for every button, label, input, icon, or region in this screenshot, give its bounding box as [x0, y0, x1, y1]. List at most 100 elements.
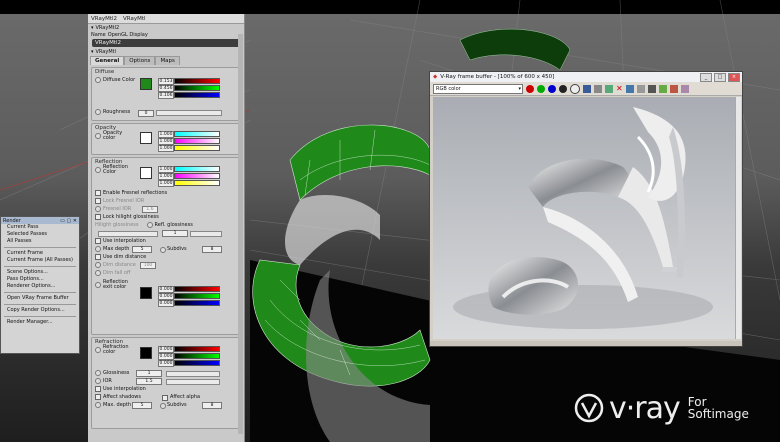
refraction-red-slider[interactable]	[174, 346, 220, 352]
max-depth-value[interactable]: 5	[132, 246, 152, 253]
reflection-r-value[interactable]: 1.000	[158, 166, 174, 173]
animate-dot[interactable]	[95, 246, 101, 252]
mono-channel-icon[interactable]	[570, 83, 580, 94]
clear-icon[interactable]: ✕	[616, 84, 623, 93]
exit-green-slider[interactable]	[174, 293, 220, 299]
exit-color-swatch[interactable]	[140, 287, 152, 299]
menu-item-open-vfb[interactable]: Open VRay Frame Buffer	[1, 295, 79, 302]
panel-title-tab-1[interactable]: VRayMtl2	[91, 16, 117, 22]
lens-effects-icon[interactable]	[669, 84, 678, 93]
diffuse-b-value[interactable]: 0.106	[158, 92, 174, 99]
refr-gloss-value[interactable]: 1	[136, 370, 162, 377]
animate-dot[interactable]	[95, 133, 101, 139]
diffuse-g-value[interactable]: 0.456	[158, 85, 174, 92]
region-icon[interactable]	[636, 84, 645, 93]
animate-dot[interactable]	[95, 206, 101, 212]
vfb-title-bar[interactable]: ◆ V-Ray frame buffer - [100% of 600 x 45…	[430, 72, 742, 82]
track-mouse-icon[interactable]	[605, 84, 613, 93]
exit-r-value[interactable]: 0.000	[158, 286, 174, 293]
menu-item-current-pass[interactable]: Current Pass	[1, 224, 79, 231]
exit-red-slider[interactable]	[174, 286, 220, 292]
history-icon[interactable]	[658, 84, 667, 93]
maximize-button[interactable]: □	[714, 73, 726, 82]
fresnel-ior-value[interactable]: 1.6	[142, 206, 158, 213]
collapse-icon[interactable]: ▾	[91, 49, 94, 55]
reflection-slider-2[interactable]	[174, 173, 220, 179]
exit-g-value[interactable]: 0.000	[158, 293, 174, 300]
window-controls-icon[interactable]: ▭ ▢ ✕	[60, 218, 77, 224]
animate-dot[interactable]	[95, 167, 101, 173]
panel-scrollbar[interactable]	[238, 34, 243, 434]
panel-title-tab-2[interactable]: VRayMtl	[123, 16, 146, 22]
use-interp-checkbox[interactable]	[95, 238, 101, 244]
alpha-channel-icon[interactable]	[559, 84, 567, 93]
roughness-slider[interactable]	[156, 110, 222, 116]
menu-item-scene-options[interactable]: Scene Options...	[1, 269, 79, 276]
opacity-b-value[interactable]: 1.000	[158, 145, 174, 152]
opacity-color-swatch[interactable]	[140, 132, 152, 144]
subtab-opengl[interactable]: OpenGL Display	[108, 32, 148, 38]
use-interp-row[interactable]: Use interpolation	[92, 237, 240, 245]
menu-item-current-frame[interactable]: Current Frame	[1, 250, 79, 257]
diffuse-r-value[interactable]: 0.153	[158, 78, 174, 85]
menu-item-renderer-options[interactable]: Renderer Options...	[1, 283, 79, 290]
save-icon[interactable]	[583, 84, 591, 93]
animate-dot[interactable]	[95, 370, 101, 376]
animate-dot[interactable]	[95, 378, 101, 384]
reflection-slider-3[interactable]	[174, 180, 220, 186]
enable-fresnel-checkbox[interactable]	[95, 190, 101, 196]
animate-dot[interactable]	[95, 402, 101, 408]
channel-select[interactable]: RGB color ▾	[433, 83, 523, 94]
reflection-slider-1[interactable]	[174, 166, 220, 172]
animate-dot[interactable]	[95, 270, 101, 276]
roughness-value[interactable]: 0	[138, 110, 154, 117]
animate-dot[interactable]	[95, 262, 101, 268]
refraction-r-value[interactable]: 0.000	[158, 346, 174, 353]
lut-icon[interactable]	[680, 84, 689, 93]
diffuse-color-swatch[interactable]	[140, 78, 152, 90]
dim-distance-row[interactable]: Use dim distance	[92, 253, 240, 261]
render-icon[interactable]	[647, 84, 656, 93]
refr-interp-row[interactable]: Use interpolation	[92, 385, 240, 393]
reflection-g-value[interactable]: 1.000	[158, 173, 174, 180]
lock-hilight-checkbox[interactable]	[95, 214, 101, 220]
green-slider[interactable]	[174, 85, 220, 91]
exit-blue-slider[interactable]	[174, 300, 220, 306]
menu-item-all-passes[interactable]: All Passes	[1, 238, 79, 245]
menu-item-current-frame-all[interactable]: Current Frame (All Passes)	[1, 257, 79, 264]
refl-gloss-value[interactable]: 1	[162, 230, 188, 237]
tab-general[interactable]: General	[90, 56, 125, 65]
tab-options[interactable]: Options	[124, 56, 156, 65]
menu-item-copy-render-options[interactable]: Copy Render Options...	[1, 307, 79, 314]
vfb-scrollbar[interactable]	[735, 97, 741, 339]
refraction-blue-slider[interactable]	[174, 360, 220, 366]
animate-dot[interactable]	[95, 347, 101, 353]
collapse-icon[interactable]: ▾	[91, 25, 94, 31]
subdivs-value[interactable]: 8	[202, 246, 222, 253]
dim-distance-checkbox[interactable]	[95, 254, 101, 260]
animate-dot[interactable]	[95, 282, 101, 288]
animate-dot[interactable]	[95, 77, 101, 83]
blue-slider[interactable]	[174, 92, 220, 98]
blue-channel-icon[interactable]	[548, 84, 556, 93]
tab-maps[interactable]: Maps	[155, 56, 180, 65]
menu-item-render-manager[interactable]: Render Manager...	[1, 319, 79, 326]
render-menu-header[interactable]: Render ▭ ▢ ✕	[1, 217, 79, 224]
refraction-green-slider[interactable]	[174, 353, 220, 359]
menu-item-pass-options[interactable]: Pass Options...	[1, 276, 79, 283]
opacity-slider-2[interactable]	[174, 138, 220, 144]
enable-fresnel-row[interactable]: Enable Fresnel reflections	[92, 189, 240, 197]
reflection-color-swatch[interactable]	[140, 167, 152, 179]
lock-fresnel-checkbox[interactable]	[95, 198, 101, 204]
close-button[interactable]: ×	[728, 73, 740, 82]
refr-max-depth-value[interactable]: 5	[132, 402, 152, 409]
red-channel-icon[interactable]	[526, 84, 534, 93]
animate-dot[interactable]	[146, 222, 153, 228]
refr-subdivs-value[interactable]: 8	[202, 402, 222, 409]
opacity-slider-3[interactable]	[174, 145, 220, 151]
ior-value[interactable]: 1.5	[136, 378, 162, 385]
refraction-b-value[interactable]: 0.000	[158, 360, 174, 367]
refraction-color-swatch[interactable]	[140, 347, 152, 359]
refraction-g-value[interactable]: 0.000	[158, 353, 174, 360]
clone-icon[interactable]	[594, 84, 602, 93]
